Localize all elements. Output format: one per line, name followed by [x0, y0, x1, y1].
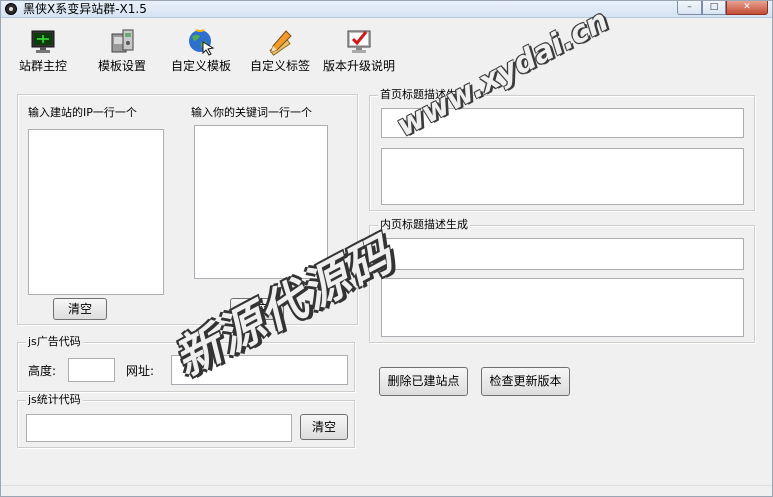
stats-code-input[interactable]: [26, 414, 292, 442]
toolbar-button-cluster-control[interactable]: 站群主控: [15, 28, 71, 73]
home-title-input[interactable]: [381, 108, 744, 138]
js-ad-legend: js广告代码: [26, 335, 83, 349]
js-ad-group: js广告代码 高度: 网址:: [17, 335, 355, 392]
ip-textarea[interactable]: [28, 129, 164, 295]
maximize-button[interactable]: □: [702, 1, 726, 15]
home-desc-textarea[interactable]: [381, 148, 744, 205]
keywords-label: 输入你的关键词一行一个: [191, 106, 312, 119]
toolbar-button-custom-template[interactable]: 自定义模板: [169, 28, 233, 73]
app-icon: [5, 3, 17, 15]
delete-sites-button[interactable]: 删除已建站点: [379, 367, 468, 396]
globe-cursor-icon: [189, 29, 215, 56]
minimize-button[interactable]: –: [677, 1, 702, 15]
window-title: 黑侠X系变异站群-X1.5: [23, 2, 147, 16]
title-bar[interactable]: 黑侠X系变异站群-X1.5 – □ ✕: [1, 1, 772, 18]
pencil-ruler-icon: [269, 30, 292, 56]
main-window: 黑侠X系变异站群-X1.5 – □ ✕ 站群主控 模板设置 自定义模板 自定义标…: [0, 0, 773, 497]
clear-stats-button[interactable]: 清空: [300, 414, 348, 440]
js-stats-group: js统计代码 清空: [17, 393, 355, 448]
toolbar-button-template-settings[interactable]: 模板设置: [95, 28, 149, 73]
height-label: 高度:: [28, 364, 57, 378]
inner-desc-textarea[interactable]: [381, 278, 744, 337]
check-update-button[interactable]: 检查更新版本: [481, 367, 570, 396]
monitor-check-icon: [347, 30, 371, 53]
status-bar: [1, 485, 772, 496]
home-title-desc-legend: 首页标题描述生成: [378, 88, 470, 102]
ip-keywords-panel: 输入建站的IP一行一个 输入你的关键词一行一个 清空 清空: [17, 94, 358, 325]
inner-title-input[interactable]: [381, 238, 744, 270]
url-input[interactable]: [171, 355, 348, 385]
window-controls: – □ ✕: [677, 1, 768, 15]
monitor-icon: [31, 30, 55, 53]
home-title-desc-group: 首页标题描述生成: [369, 88, 755, 211]
toolbar-label: 自定义模板: [170, 59, 231, 73]
clear-keywords-button[interactable]: 清空: [230, 298, 284, 320]
close-button[interactable]: ✕: [726, 1, 768, 15]
toolbar-label: 自定义标签: [249, 59, 310, 73]
inner-title-desc-group: 内页标题描述生成: [369, 218, 755, 343]
height-input[interactable]: [68, 358, 115, 382]
ip-label: 输入建站的IP一行一个: [28, 106, 137, 119]
inner-title-desc-legend: 内页标题描述生成: [378, 218, 470, 232]
toolbar-label: 站群主控: [18, 59, 67, 73]
toolbar-button-custom-tags[interactable]: 自定义标签: [248, 28, 312, 73]
js-stats-legend: js统计代码: [26, 393, 83, 407]
device-settings-icon: [111, 29, 134, 53]
toolbar-label: 版本升级说明: [322, 59, 395, 73]
toolbar-label: 模板设置: [97, 59, 146, 73]
keywords-textarea[interactable]: [194, 125, 328, 279]
clear-ip-button[interactable]: 清空: [53, 298, 107, 320]
url-label: 网址:: [126, 364, 155, 378]
toolbar-button-version-notes[interactable]: 版本升级说明: [321, 28, 397, 73]
